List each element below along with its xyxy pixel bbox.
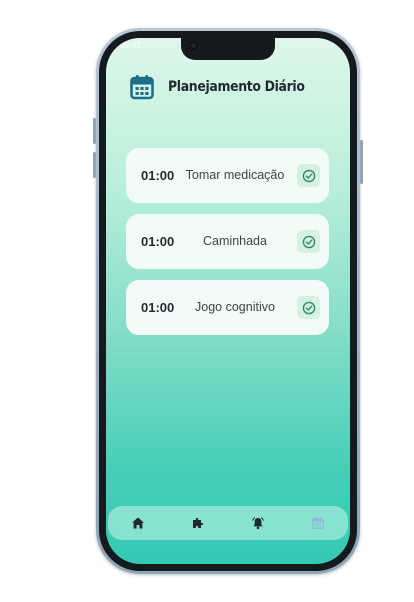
volume-button <box>93 118 96 144</box>
bell-icon <box>252 517 264 530</box>
task-name: Jogo cognitivo <box>195 300 275 314</box>
task-time: 01:00 <box>141 300 175 315</box>
nav-home-button[interactable] <box>124 509 152 537</box>
device-stage: 09:41 Planejamento Diário 01:00 Tomar me… <box>0 0 414 602</box>
task-time: 01:00 <box>141 234 175 249</box>
task-name: Tomar medicação <box>185 168 285 182</box>
home-icon <box>132 517 144 529</box>
task-list: 01:00 Tomar medicação 01:00 Caminhada 01… <box>126 148 329 346</box>
notch <box>181 38 275 60</box>
puzzle-icon <box>193 518 203 528</box>
nav-games-button[interactable] <box>184 509 212 537</box>
task-card[interactable]: 01:00 Jogo cognitivo <box>126 280 329 335</box>
nav-calendar-button[interactable] <box>304 509 332 537</box>
bottom-navigation <box>108 506 348 540</box>
task-card[interactable]: 01:00 Tomar medicação <box>126 148 329 203</box>
check-circle-icon <box>302 301 315 314</box>
complete-task-button[interactable] <box>297 296 320 319</box>
task-name: Caminhada <box>203 234 267 248</box>
task-card[interactable]: 01:00 Caminhada <box>126 214 329 269</box>
complete-task-button[interactable] <box>297 164 320 187</box>
power-button <box>360 140 363 184</box>
complete-task-button[interactable] <box>297 230 320 253</box>
task-time: 01:00 <box>141 168 175 183</box>
nav-alarms-button[interactable] <box>244 509 272 537</box>
calendar-icon <box>130 75 154 100</box>
page-header: Planejamento Diário <box>130 72 327 102</box>
status-time: 09:41 <box>120 41 142 50</box>
check-circle-icon <box>302 235 315 248</box>
app-screen: 09:41 Planejamento Diário 01:00 Tomar me… <box>106 38 350 564</box>
camera-icon <box>189 41 198 50</box>
calendar-icon <box>312 517 324 530</box>
check-circle-icon <box>302 169 315 182</box>
volume-button <box>93 152 96 178</box>
page-title: Planejamento Diário <box>168 79 305 95</box>
